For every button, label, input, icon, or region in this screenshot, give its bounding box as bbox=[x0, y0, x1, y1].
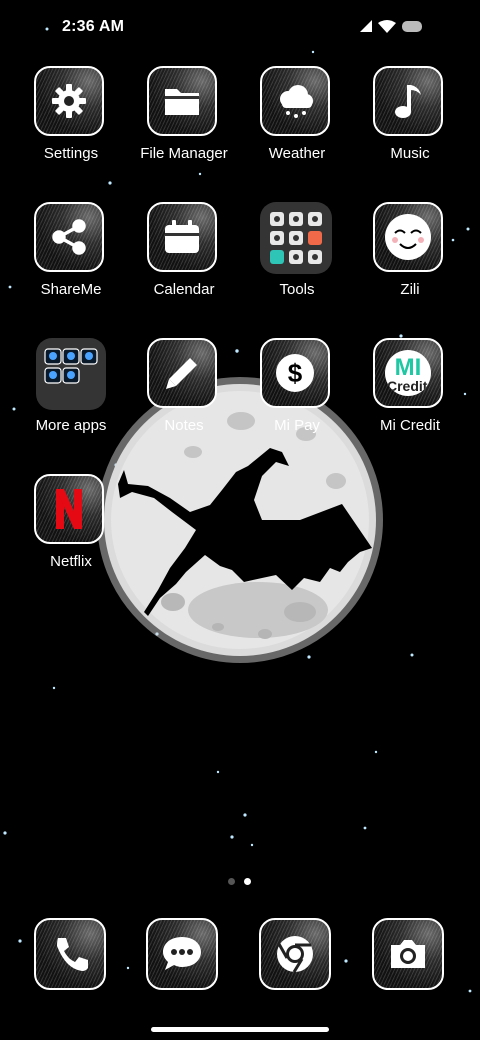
app-label: ShareMe bbox=[40, 281, 102, 298]
svg-text:$: $ bbox=[288, 358, 303, 388]
app-file-manager[interactable]: File Manager bbox=[127, 66, 241, 176]
wifi-icon bbox=[378, 20, 396, 33]
dollar-icon: $ bbox=[262, 340, 328, 406]
app-netflix[interactable]: Netflix bbox=[14, 474, 128, 584]
app-more-apps[interactable]: More apps bbox=[14, 338, 128, 448]
status-time: 2:36 AM bbox=[62, 18, 125, 35]
app-mi-pay[interactable]: $ Mi Pay bbox=[240, 338, 354, 448]
dock-phone[interactable] bbox=[14, 918, 128, 994]
apps-folder-icon bbox=[36, 338, 106, 410]
status-bar: 2:36 AM bbox=[0, 0, 480, 56]
app-label: Zili bbox=[400, 281, 420, 298]
app-label: Mi Credit bbox=[379, 417, 440, 434]
app-settings[interactable]: Settings bbox=[14, 66, 128, 176]
folder-icon bbox=[149, 68, 215, 134]
app-weather[interactable]: Weather bbox=[240, 66, 354, 176]
music-note-icon bbox=[375, 68, 441, 134]
page-dot-2[interactable] bbox=[244, 878, 251, 885]
cloud-rain-icon bbox=[262, 68, 328, 134]
app-label: Notes bbox=[164, 417, 204, 434]
mi-credit-logo-icon: MI Credit bbox=[375, 340, 441, 406]
page-dot-1[interactable] bbox=[228, 878, 235, 885]
dock-messages[interactable] bbox=[126, 918, 240, 994]
battery-icon bbox=[402, 21, 422, 32]
smiley-face-icon bbox=[375, 204, 441, 270]
share-icon bbox=[36, 204, 102, 270]
netflix-logo-icon bbox=[36, 476, 102, 542]
signal-icon bbox=[360, 20, 372, 32]
chrome-icon bbox=[261, 920, 329, 988]
app-notes[interactable]: Notes bbox=[127, 338, 241, 448]
app-label: More apps bbox=[35, 417, 107, 434]
app-tools[interactable]: Tools bbox=[240, 202, 354, 312]
dock-camera[interactable] bbox=[352, 918, 466, 994]
home-indicator[interactable] bbox=[151, 1027, 329, 1032]
app-label: Tools bbox=[279, 281, 315, 298]
camera-icon bbox=[374, 920, 442, 988]
phone-icon bbox=[36, 920, 104, 988]
app-shareme[interactable]: ShareMe bbox=[14, 202, 128, 312]
app-label: Music bbox=[390, 145, 430, 162]
page-indicator[interactable] bbox=[226, 878, 256, 888]
app-zili[interactable]: Zili bbox=[353, 202, 467, 312]
status-icons bbox=[360, 20, 422, 33]
app-label: File Manager bbox=[140, 145, 228, 162]
pencil-icon bbox=[149, 340, 215, 406]
app-calendar[interactable]: Calendar bbox=[127, 202, 241, 312]
tools-folder-icon bbox=[260, 202, 332, 274]
app-label: Netflix bbox=[50, 553, 92, 570]
app-mi-credit[interactable]: MI Credit Mi Credit bbox=[353, 338, 467, 448]
chat-bubble-icon bbox=[148, 920, 216, 988]
calendar-icon bbox=[149, 204, 215, 270]
app-label: Settings bbox=[43, 145, 99, 162]
app-label: Mi Pay bbox=[274, 417, 320, 434]
app-label: Weather bbox=[268, 145, 326, 162]
gear-icon bbox=[36, 68, 102, 134]
dock-chrome[interactable] bbox=[239, 918, 353, 994]
mi-credit-logo-subtext: Credit bbox=[387, 378, 428, 394]
app-label: Calendar bbox=[153, 281, 215, 298]
app-music[interactable]: Music bbox=[353, 66, 467, 176]
